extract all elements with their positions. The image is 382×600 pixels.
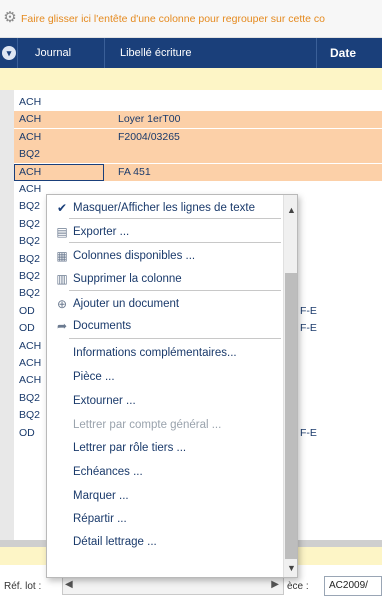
table-row[interactable]: ACH	[14, 94, 382, 111]
horizontal-scrollbar[interactable]: ◀ ▶	[62, 577, 284, 595]
cell-date: F-E	[300, 322, 317, 335]
menu-item[interactable]: Détail lettrage ...	[47, 531, 283, 553]
cell-libelle: FA 451	[118, 165, 151, 178]
scroll-left-icon[interactable]: ◀	[65, 579, 73, 590]
menu-item-label: Masquer/Afficher les lignes de texte	[73, 202, 255, 214]
cell-journal: BQ2	[19, 217, 41, 230]
menu-item[interactable]: ▦ Colonnes disponibles ...	[47, 245, 283, 267]
menu-scrollbar[interactable]: ▲ ▼	[283, 195, 297, 577]
piece-label: èce :	[287, 581, 309, 592]
menu-item[interactable]: Extourner ...	[47, 390, 283, 412]
column-header-journal[interactable]: Journal	[35, 38, 71, 68]
arrow-icon: ➦	[56, 319, 68, 333]
cell-date: F-E	[300, 426, 317, 439]
menu-item[interactable]: ▥ Supprimer la colonne	[47, 268, 283, 290]
menu-item-label: Colonnes disponibles ...	[73, 250, 196, 262]
check-icon: ✔	[56, 201, 68, 215]
cell-journal: OD	[19, 426, 35, 439]
menu-item-label: Marquer ...	[73, 490, 129, 502]
cell-date: F-E	[300, 304, 317, 317]
group-by-panel[interactable]: ⚙ Faire glisser ici l'entête d'une colon…	[0, 0, 382, 38]
cell-journal: ACH	[19, 183, 42, 195]
menu-item[interactable]: Echéances ...	[47, 461, 283, 483]
columns-icon: ▦	[56, 249, 68, 263]
ref-lot-label: Réf. lot :	[4, 581, 42, 592]
menu-separator	[69, 242, 281, 243]
cell-journal: ACH	[19, 374, 42, 387]
menu-item-label: Exporter ...	[73, 226, 130, 238]
menu-item: Lettrer par compte général ...	[47, 414, 283, 436]
cell-journal: ACH	[19, 357, 42, 369]
menu-item[interactable]: Informations complémentaires...	[47, 342, 283, 364]
menu-item[interactable]: Répartir ...	[47, 508, 283, 530]
cell-journal: BQ2	[19, 148, 41, 161]
menu-item-label: Répartir ...	[73, 513, 127, 525]
column-separator	[316, 38, 317, 68]
cell-journal: ACH	[19, 165, 42, 178]
menu-item[interactable]: Pièce ...	[47, 366, 283, 388]
cell-journal: ACH	[19, 130, 42, 143]
column-header-libelle[interactable]: Libellé écriture	[120, 38, 192, 68]
group-by-hint: Faire glisser ici l'entête d'une colonne…	[21, 13, 326, 25]
delete-column-icon: ▥	[56, 272, 68, 286]
scroll-up-icon[interactable]: ▲	[284, 205, 297, 217]
scroll-down-icon[interactable]: ▼	[284, 563, 297, 575]
cell-journal: BQ2	[19, 270, 41, 282]
cell-journal: BQ2	[19, 391, 41, 404]
menu-item-label: Documents	[73, 320, 132, 332]
cell-journal: ACH	[19, 96, 42, 108]
filter-row[interactable]	[0, 68, 382, 90]
add-icon: ⊕	[56, 297, 68, 311]
chevron-down-icon[interactable]: ▾	[2, 46, 16, 60]
menu-item[interactable]: Lettrer par rôle tiers ...	[47, 437, 283, 459]
cell-journal: BQ2	[19, 287, 41, 300]
menu-item-label: Supprimer la colonne	[73, 273, 182, 285]
menu-item[interactable]: Marquer ...	[47, 485, 283, 507]
menu-item-label: Echéances ...	[73, 466, 143, 478]
column-header-date[interactable]: Date	[330, 38, 356, 68]
table-row[interactable]: ACH Loyer 1erT00	[14, 111, 382, 129]
cell-journal: ACH	[19, 339, 42, 352]
table-row[interactable]: ACH F2004/03265	[14, 128, 382, 146]
context-menu: ✔ Masquer/Afficher les lignes de texte ▤ Ex…	[46, 194, 298, 578]
cell-journal: BQ2	[19, 235, 41, 248]
cell-journal: BQ2	[19, 200, 41, 213]
piece-field[interactable]: AC2009/	[324, 576, 382, 596]
menu-item-label: Détail lettrage ...	[73, 536, 157, 548]
menu-item-label: Extourner ...	[73, 395, 136, 407]
column-separator	[104, 38, 105, 68]
column-separator	[17, 38, 18, 68]
menu-separator	[69, 290, 281, 291]
menu-separator	[69, 218, 281, 219]
cell-journal: OD	[19, 304, 35, 317]
table-row[interactable]: ACH FA 451	[14, 163, 382, 181]
cell-libelle: Loyer 1erT00	[118, 113, 181, 126]
menu-item-label: Ajouter un document	[73, 298, 180, 310]
menu-item[interactable]: ✔ Masquer/Afficher les lignes de texte	[47, 197, 283, 219]
export-icon: ▤	[56, 225, 68, 239]
gear-icon[interactable]: ⚙	[2, 10, 18, 26]
menu-item-label: Informations complémentaires...	[73, 347, 237, 359]
menu-item-label: Lettrer par rôle tiers ...	[73, 442, 187, 454]
menu-item-label: Lettrer par compte général ...	[73, 419, 222, 431]
menu-item[interactable]: ➦ Documents	[47, 315, 283, 337]
cell-libelle: F2004/03265	[118, 130, 180, 143]
row-gutter	[0, 90, 14, 560]
cell-journal: ACH	[19, 113, 42, 126]
table-row[interactable]: BQ2	[14, 146, 382, 164]
cell-journal: BQ2	[19, 409, 41, 422]
menu-separator	[69, 338, 281, 339]
menu-item[interactable]: ▤ Exporter ...	[47, 221, 283, 243]
menu-item-label: Pièce ...	[73, 371, 115, 383]
grid-header: ▾ Journal Libellé écriture Date	[0, 38, 382, 68]
scroll-right-icon[interactable]: ▶	[271, 579, 279, 590]
menu-item[interactable]: ⊕ Ajouter un document	[47, 293, 283, 315]
cell-journal: OD	[19, 322, 35, 335]
scroll-thumb[interactable]	[285, 273, 297, 559]
cell-journal: BQ2	[19, 252, 41, 265]
